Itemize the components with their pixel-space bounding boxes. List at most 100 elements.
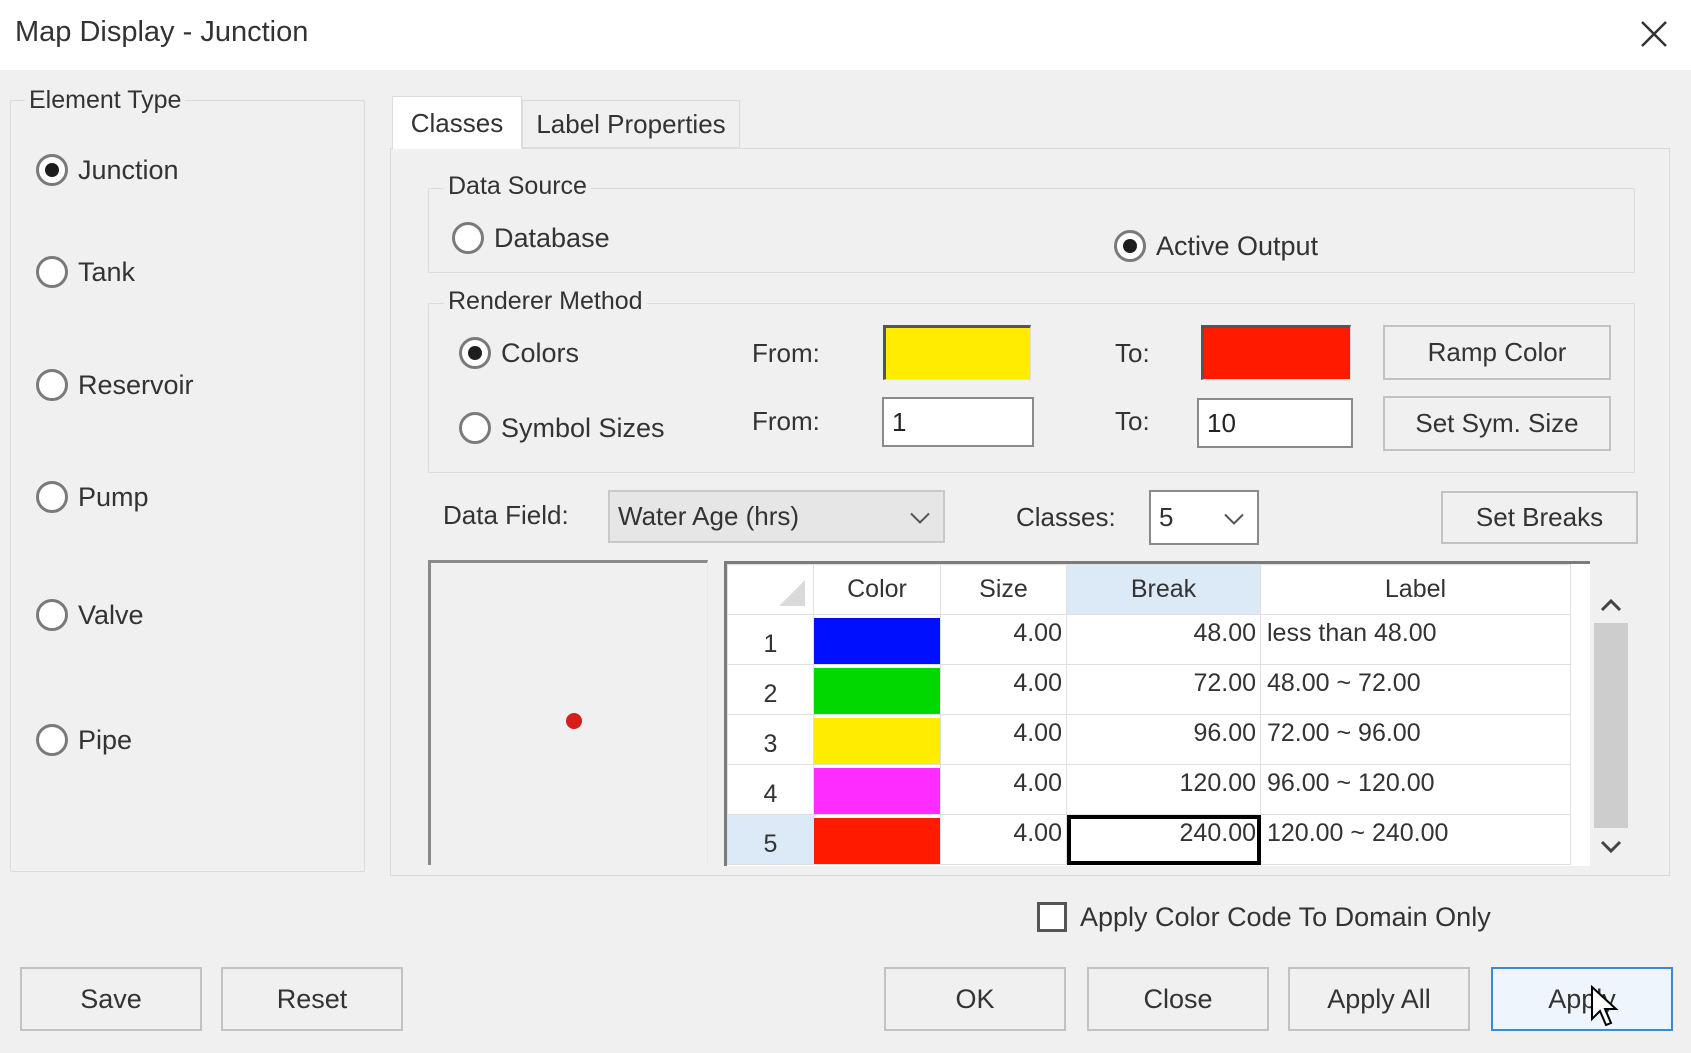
tab-label-properties[interactable]: Label Properties xyxy=(522,100,740,148)
scroll-up-icon[interactable] xyxy=(1598,591,1624,612)
radio-pipe[interactable]: Pipe xyxy=(36,724,132,756)
radio-button[interactable] xyxy=(452,222,484,254)
radio-reservoir[interactable]: Reservoir xyxy=(36,369,194,401)
label-cell[interactable]: 120.00 ~ 240.00 xyxy=(1260,814,1571,865)
class-color-swatch[interactable] xyxy=(814,667,940,714)
close-icon[interactable] xyxy=(1638,18,1670,50)
size-cell[interactable]: 4.00 xyxy=(940,764,1067,815)
radio-tank[interactable]: Tank xyxy=(36,256,135,288)
radio-label: Database xyxy=(494,222,610,253)
radio-button[interactable] xyxy=(36,481,68,513)
size-cell[interactable]: 4.00 xyxy=(940,614,1067,665)
apply-all-button[interactable]: Apply All xyxy=(1288,967,1470,1031)
label-cell[interactable]: less than 48.00 xyxy=(1260,614,1571,665)
table-row-selected[interactable]: 5 4.00 240.00 120.00 ~ 240.00 xyxy=(727,814,1571,865)
break-cell[interactable]: 96.00 xyxy=(1066,714,1261,765)
row-header[interactable]: 3 xyxy=(727,714,814,765)
break-cell-focused[interactable]: 240.00 xyxy=(1066,814,1261,865)
size-from-input[interactable]: 1 xyxy=(882,397,1034,447)
color-to-swatch[interactable] xyxy=(1201,325,1351,380)
color-cell[interactable] xyxy=(813,714,941,765)
break-cell[interactable]: 72.00 xyxy=(1066,664,1261,715)
set-breaks-button[interactable]: Set Breaks xyxy=(1441,491,1638,544)
symbol-preview xyxy=(428,560,708,865)
grid-vertical-scrollbar[interactable] xyxy=(1590,561,1634,866)
row-header[interactable]: 2 xyxy=(727,664,814,715)
tab-classes[interactable]: Classes xyxy=(392,96,522,149)
class-color-swatch[interactable] xyxy=(814,767,940,814)
class-color-swatch[interactable] xyxy=(814,817,940,864)
column-header-label[interactable]: Label xyxy=(1260,564,1571,615)
row-header[interactable]: 5 xyxy=(727,814,814,865)
color-cell[interactable] xyxy=(813,814,941,865)
color-from-swatch[interactable] xyxy=(883,325,1031,380)
size-cell[interactable]: 4.00 xyxy=(940,664,1067,715)
radio-label: Tank xyxy=(78,256,136,287)
table-row[interactable]: 2 4.00 72.00 48.00 ~ 72.00 xyxy=(727,664,1571,715)
size-from-label: From: xyxy=(752,406,820,436)
radio-button[interactable] xyxy=(36,256,68,288)
table-header-row: Color Size Break Label xyxy=(727,564,1571,615)
color-from-label: From: xyxy=(752,338,820,368)
label-cell[interactable]: 96.00 ~ 120.00 xyxy=(1260,764,1571,815)
radio-label: Junction xyxy=(78,154,179,185)
save-button[interactable]: Save xyxy=(20,967,202,1031)
data-field-value: Water Age (hrs) xyxy=(618,501,800,531)
class-color-swatch[interactable] xyxy=(814,717,940,764)
classes-select[interactable]: 5 xyxy=(1149,490,1259,545)
classes-label: Classes: xyxy=(1016,502,1116,532)
column-header-break[interactable]: Break xyxy=(1066,564,1261,615)
radio-button[interactable] xyxy=(1114,230,1146,262)
color-cell[interactable] xyxy=(813,614,941,665)
radio-button[interactable] xyxy=(459,337,491,369)
data-field-select[interactable]: Water Age (hrs) xyxy=(608,490,945,543)
element-type-label: Element Type xyxy=(25,86,186,115)
radio-button[interactable] xyxy=(36,154,68,186)
column-header-size[interactable]: Size xyxy=(940,564,1067,615)
reset-button[interactable]: Reset xyxy=(221,967,403,1031)
size-cell[interactable]: 4.00 xyxy=(940,814,1067,865)
apply-domain-only-checkbox[interactable] xyxy=(1037,902,1067,932)
scrollbar-thumb[interactable] xyxy=(1594,623,1628,828)
scroll-down-icon[interactable] xyxy=(1598,833,1624,854)
color-cell[interactable] xyxy=(813,764,941,815)
break-cell[interactable]: 48.00 xyxy=(1066,614,1261,665)
table-row[interactable]: 1 4.00 48.00 less than 48.00 xyxy=(727,614,1571,665)
color-cell[interactable] xyxy=(813,664,941,715)
window-title: Map Display - Junction xyxy=(15,16,309,48)
label-cell[interactable]: 48.00 ~ 72.00 xyxy=(1260,664,1571,715)
radio-button[interactable] xyxy=(36,369,68,401)
radio-button[interactable] xyxy=(36,599,68,631)
table-row[interactable]: 3 4.00 96.00 72.00 ~ 96.00 xyxy=(727,714,1571,765)
radio-database[interactable]: Database xyxy=(452,222,610,254)
radio-label: Pump xyxy=(78,481,149,512)
set-sym-size-button[interactable]: Set Sym. Size xyxy=(1383,396,1611,451)
ok-button[interactable]: OK xyxy=(884,967,1066,1031)
break-cell[interactable]: 120.00 xyxy=(1066,764,1261,815)
size-to-input[interactable]: 10 xyxy=(1197,398,1353,448)
radio-active-output[interactable]: Active Output xyxy=(1114,230,1318,262)
radio-button[interactable] xyxy=(459,412,491,444)
ramp-color-button[interactable]: Ramp Color xyxy=(1383,325,1611,380)
classes-value: 5 xyxy=(1159,502,1174,532)
radio-symbol-sizes[interactable]: Symbol Sizes xyxy=(459,412,665,444)
size-cell[interactable]: 4.00 xyxy=(940,714,1067,765)
table-row[interactable]: 4 4.00 120.00 96.00 ~ 120.00 xyxy=(727,764,1571,815)
radio-button[interactable] xyxy=(36,724,68,756)
classes-table: Color Size Break Label 1 4.00 48.00 less… xyxy=(727,564,1571,865)
close-button[interactable]: Close xyxy=(1087,967,1269,1031)
radio-label: Colors xyxy=(501,337,580,368)
row-header[interactable]: 1 xyxy=(727,614,814,665)
class-color-swatch[interactable] xyxy=(814,617,940,664)
radio-junction[interactable]: Junction xyxy=(36,154,179,186)
corner-header[interactable] xyxy=(727,564,814,615)
renderer-method-label: Renderer Method xyxy=(444,287,647,316)
row-header[interactable]: 4 xyxy=(727,764,814,815)
radio-colors[interactable]: Colors xyxy=(459,337,579,369)
column-header-color[interactable]: Color xyxy=(813,564,941,615)
label-cell[interactable]: 72.00 ~ 96.00 xyxy=(1260,714,1571,765)
classes-grid[interactable]: Color Size Break Label 1 4.00 48.00 less… xyxy=(724,561,1590,866)
radio-valve[interactable]: Valve xyxy=(36,599,144,631)
radio-pump[interactable]: Pump xyxy=(36,481,149,513)
apply-button[interactable]: Apply xyxy=(1491,967,1673,1031)
